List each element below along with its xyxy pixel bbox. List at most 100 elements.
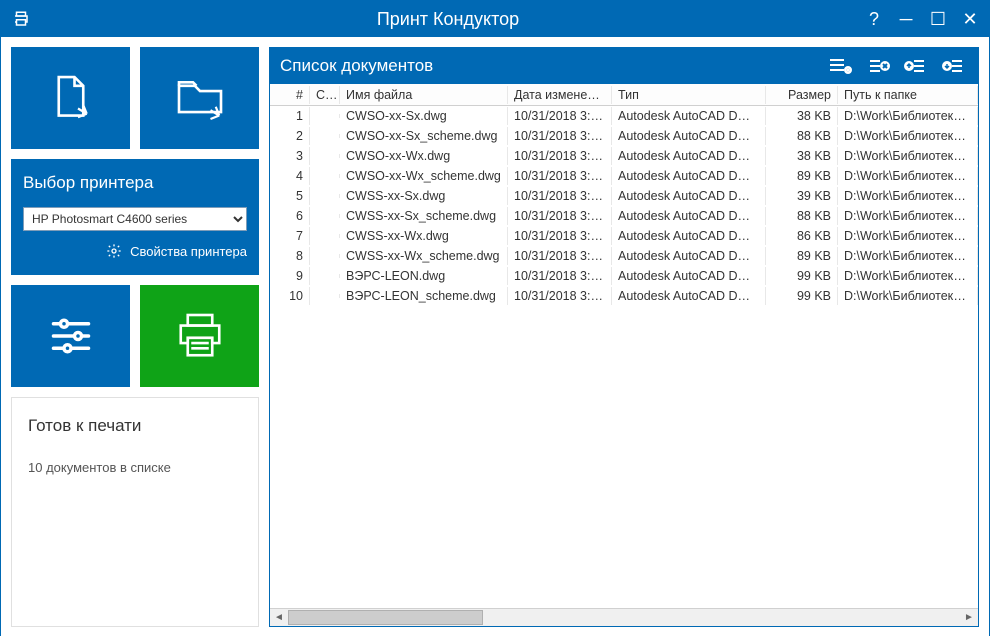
cell-num: 5 xyxy=(270,187,310,205)
grid-body[interactable]: 1CWSO-xx-Sx.dwg10/31/2018 3:5...Autodesk… xyxy=(270,106,978,608)
cell-name: CWSO-xx-Sx.dwg xyxy=(340,107,508,125)
cell-status xyxy=(310,114,340,118)
cell-status xyxy=(310,214,340,218)
cell-type: Autodesk AutoCAD DWG xyxy=(612,147,766,165)
app-title: Принт Кондуктор xyxy=(31,9,865,30)
cell-date: 10/31/2018 3:5... xyxy=(508,107,612,125)
cell-size: 86 KB xyxy=(766,227,838,245)
cell-status xyxy=(310,154,340,158)
cell-name: CWSS-xx-Sx_scheme.dwg xyxy=(340,207,508,225)
cell-date: 10/31/2018 3:5... xyxy=(508,267,612,285)
cell-size: 89 KB xyxy=(766,247,838,265)
scroll-left-arrow[interactable]: ◄ xyxy=(270,609,288,626)
cell-num: 10 xyxy=(270,287,310,305)
cell-date: 10/31/2018 3:5... xyxy=(508,247,612,265)
remove-selected-icon[interactable] xyxy=(864,54,892,78)
col-num[interactable]: # xyxy=(270,86,310,104)
main-area: Выбор принтера HP Photosmart C4600 serie… xyxy=(1,37,989,637)
cell-status xyxy=(310,134,340,138)
printer-panel: Выбор принтера HP Photosmart C4600 serie… xyxy=(11,159,259,275)
table-row[interactable]: 3 CWSO-xx-Wx.dwg10/31/2018 3:5...Autodesk… xyxy=(270,146,978,166)
cell-date: 10/31/2018 3:5... xyxy=(508,147,612,165)
cell-type: Autodesk AutoCAD DWG xyxy=(612,227,766,245)
col-size[interactable]: Размер xyxy=(766,86,838,104)
cell-path: D:\Work\Библиотека эле xyxy=(838,147,978,165)
cell-type: Autodesk AutoCAD DWG xyxy=(612,267,766,285)
cell-size: 38 KB xyxy=(766,147,838,165)
cell-num: 9 xyxy=(270,267,310,285)
table-row[interactable]: 4CWSO-xx-Wx_scheme.dwg10/31/2018 3:5...A… xyxy=(270,166,978,186)
table-row[interactable]: 5CWSS-xx-Sx.dwg10/31/2018 3:5...Autodesk… xyxy=(270,186,978,206)
cell-name: CWSS-xx-Sx.dwg xyxy=(340,187,508,205)
minimize-button[interactable]: ─ xyxy=(897,9,915,30)
col-path[interactable]: Путь к папке xyxy=(838,86,978,104)
cell-name: ВЭРС-LEON.dwg xyxy=(340,267,508,285)
scroll-thumb[interactable] xyxy=(288,610,483,625)
cell-path: D:\Work\Библиотека эле xyxy=(838,247,978,265)
cell-status xyxy=(310,274,340,278)
grid-header[interactable]: # С... Имя файла Дата изменения Тип Разм… xyxy=(270,84,978,106)
table-row[interactable]: 2CWSO-xx-Sx_scheme.dwg10/31/2018 3:5...A… xyxy=(270,126,978,146)
cell-status xyxy=(310,234,340,238)
cell-date: 10/31/2018 3:5... xyxy=(508,127,612,145)
cell-status xyxy=(310,194,340,198)
cell-type: Autodesk AutoCAD DWG xyxy=(612,127,766,145)
table-row[interactable]: 1 CWSO-xx-Sx.dwg10/31/2018 3:5...Autodesk… xyxy=(270,106,978,126)
filter-icon[interactable] xyxy=(826,54,854,78)
cell-num: 2 xyxy=(270,127,310,145)
cell-path: D:\Work\Библиотека эле xyxy=(838,107,978,125)
cell-size: 89 KB xyxy=(766,167,838,185)
col-date[interactable]: Дата изменения xyxy=(508,86,612,104)
print-button[interactable] xyxy=(140,285,259,387)
table-row[interactable]: 7CWSS-xx-Wx.dwg10/31/2018 3:5...Autodesk… xyxy=(270,226,978,246)
cell-num: 8 xyxy=(270,247,310,265)
settings-button[interactable] xyxy=(11,285,130,387)
cell-type: Autodesk AutoCAD DWG xyxy=(612,107,766,125)
cell-name: CWSS-xx-Wx_scheme.dwg xyxy=(340,247,508,265)
cell-name: CWSO-xx-Wx_scheme.dwg xyxy=(340,167,508,185)
table-row[interactable]: 9 ВЭРС-LEON.dwg10/31/2018 3:5...Autodesk … xyxy=(270,266,978,286)
list-title: Список документов xyxy=(280,56,826,76)
cell-num: 3 xyxy=(270,147,310,165)
table-row[interactable]: 10ВЭРС-LEON_scheme.dwg10/31/2018 3:5...A… xyxy=(270,286,978,306)
cell-size: 88 KB xyxy=(766,207,838,225)
cell-name: CWSO-xx-Wx.dwg xyxy=(340,147,508,165)
cell-status xyxy=(310,294,340,298)
printer-properties-label: Свойства принтера xyxy=(130,244,247,259)
table-row[interactable]: 8CWSS-xx-Wx_scheme.dwg10/31/2018 3:5...A… xyxy=(270,246,978,266)
cell-date: 10/31/2018 3:5... xyxy=(508,227,612,245)
status-sub: 10 документов в списке xyxy=(28,460,242,475)
cell-num: 4 xyxy=(270,167,310,185)
help-button[interactable]: ? xyxy=(865,9,883,30)
table-row[interactable]: 6CWSS-xx-Sx_scheme.dwg10/31/2018 3:5...A… xyxy=(270,206,978,226)
sidebar: Выбор принтера HP Photosmart C4600 serie… xyxy=(11,47,259,627)
cell-size: 99 KB xyxy=(766,287,838,305)
col-name[interactable]: Имя файла xyxy=(340,86,508,104)
printer-properties-link[interactable]: Свойства принтера xyxy=(23,243,247,259)
add-folder-button[interactable] xyxy=(140,47,259,149)
maximize-button[interactable]: ☐ xyxy=(929,9,947,30)
close-button[interactable]: ✕ xyxy=(961,9,979,30)
scroll-right-arrow[interactable]: ► xyxy=(960,609,978,626)
cell-date: 10/31/2018 3:5... xyxy=(508,287,612,305)
cell-num: 6 xyxy=(270,207,310,225)
move-up-icon[interactable] xyxy=(902,54,930,78)
cell-date: 10/31/2018 3:5... xyxy=(508,167,612,185)
col-type[interactable]: Тип xyxy=(612,86,766,104)
cell-path: D:\Work\Библиотека эле xyxy=(838,167,978,185)
cell-name: ВЭРС-LEON_scheme.dwg xyxy=(340,287,508,305)
col-status[interactable]: С... xyxy=(310,86,340,104)
cell-size: 88 KB xyxy=(766,127,838,145)
cell-size: 99 KB xyxy=(766,267,838,285)
cell-num: 7 xyxy=(270,227,310,245)
list-header: Список документов xyxy=(270,48,978,84)
move-down-icon[interactable] xyxy=(940,54,968,78)
printer-icon xyxy=(11,9,31,29)
titlebar: Принт Кондуктор ? ─ ☐ ✕ xyxy=(1,1,989,37)
cell-path: D:\Work\Библиотека эле xyxy=(838,187,978,205)
document-list-panel: Список документов # С... Имя файла Дата … xyxy=(269,47,979,627)
horizontal-scrollbar[interactable]: ◄ ► xyxy=(270,608,978,626)
add-files-button[interactable] xyxy=(11,47,130,149)
cell-num: 1 xyxy=(270,107,310,125)
printer-select[interactable]: HP Photosmart C4600 series xyxy=(23,207,247,231)
